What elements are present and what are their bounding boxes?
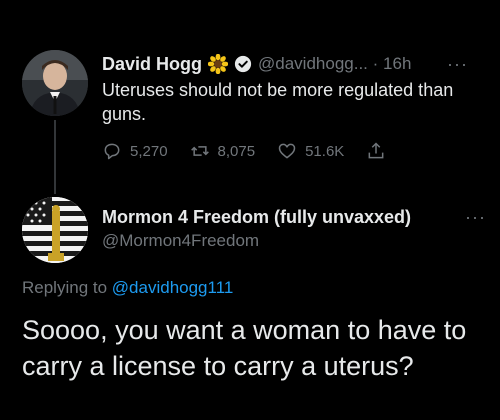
retweet-icon: [190, 146, 209, 156]
thread-connector-line: [54, 120, 56, 194]
replying-to-line: Replying to @davidhogg111: [22, 278, 233, 298]
tweet-actions: 5,270 8,075 51.6K: [102, 138, 482, 164]
handle-and-time: @davidhogg... · 16h: [258, 54, 411, 74]
separator-dot: ·: [372, 54, 379, 73]
retweet-count: 8,075: [217, 142, 256, 160]
main-tweet-text: Soooo, you want a woman to have to carry…: [22, 315, 467, 381]
replying-prefix: Replying to: [22, 278, 108, 297]
author-name[interactable]: David Hogg: [102, 54, 202, 75]
like-icon: [278, 143, 296, 159]
more-options-button[interactable]: ···: [465, 207, 486, 228]
reply-count: 5,270: [130, 142, 168, 160]
avatar-mormon-4-freedom[interactable]: [22, 197, 88, 263]
parent-tweet[interactable]: David Hogg @davidhogg... · 16h ··· Uteru…: [0, 0, 500, 195]
parent-tweet-text: Uteruses should not be more regulated th…: [102, 80, 454, 124]
tweet-time[interactable]: 16h: [383, 54, 411, 73]
reply-icon: [104, 143, 120, 160]
author-name[interactable]: Mormon 4 Freedom (fully unvaxxed): [102, 207, 411, 228]
reply-button[interactable]: 5,270: [102, 141, 168, 161]
avatar-david-hogg[interactable]: [22, 50, 88, 116]
share-button[interactable]: [366, 141, 386, 161]
like-count: 51.6K: [305, 142, 345, 160]
replying-mention-link[interactable]: @davidhogg111: [112, 278, 234, 297]
like-button[interactable]: 51.6K: [277, 141, 344, 161]
sunflower-icon: [208, 54, 229, 74]
more-options-button[interactable]: ···: [447, 54, 468, 75]
retweet-button[interactable]: 8,075: [190, 141, 256, 161]
verified-icon: [234, 55, 252, 73]
author-handle[interactable]: @Mormon4Freedom: [102, 231, 259, 251]
parent-tweet-header: David Hogg @davidhogg... · 16h ···: [102, 52, 482, 76]
share-icon: [368, 142, 384, 159]
main-tweet[interactable]: Mormon 4 Freedom (fully unvaxxed) ··· @M…: [0, 195, 500, 420]
author-handle[interactable]: @davidhogg...: [258, 54, 368, 73]
